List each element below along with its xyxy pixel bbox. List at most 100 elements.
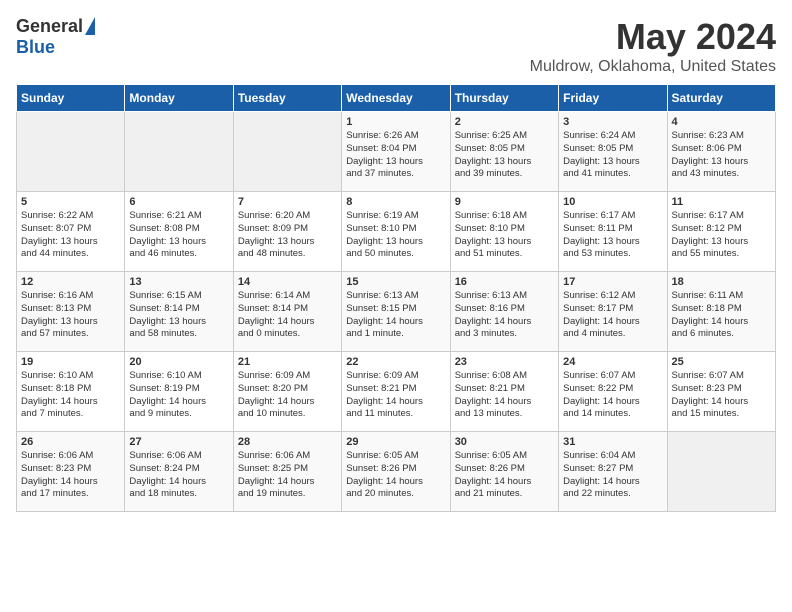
calendar-cell: 7 Sunrise: 6:20 AM Sunset: 8:09 PM Daylig… [233, 192, 341, 272]
day-info: Sunrise: 6:19 AM Sunset: 8:10 PM Dayligh… [346, 210, 445, 261]
calendar-cell: 28Sunrise: 6:06 AM Sunset: 8:25 PM Dayli… [233, 432, 341, 512]
day-info: Sunrise: 6:14 AM Sunset: 8:14 PM Dayligh… [238, 290, 337, 341]
weekday-header: Wednesday [342, 85, 450, 112]
day-number: 24 [563, 356, 662, 368]
day-number: 8 [346, 196, 445, 208]
day-info: Sunrise: 6:21 AM Sunset: 8:08 PM Dayligh… [129, 210, 228, 261]
calendar-cell: 18Sunrise: 6:11 AM Sunset: 8:18 PM Dayli… [667, 272, 775, 352]
day-number: 7 [238, 196, 337, 208]
day-number: 13 [129, 276, 228, 288]
day-number: 14 [238, 276, 337, 288]
calendar-cell: 30 Sunrise: 6:05 AM Sunset: 8:26 PM Dayli… [450, 432, 558, 512]
calendar-week-row: 12 Sunrise: 6:16 AM Sunset: 8:13 PM Dayli… [17, 272, 776, 352]
logo-general-text: General [16, 16, 83, 37]
calendar-week-row: 26 Sunrise: 6:06 AM Sunset: 8:23 PM Dayli… [17, 432, 776, 512]
day-number: 17 [563, 276, 662, 288]
day-number: 15 [346, 276, 445, 288]
day-info: Sunrise: 6:08 AM Sunset: 8:21 PM Dayligh… [455, 370, 554, 421]
day-info: Sunrise: 6:18 AM Sunset: 8:10 PM Dayligh… [455, 210, 554, 261]
calendar-week-row: 19Sunrise: 6:10 AM Sunset: 8:18 PM Dayli… [17, 352, 776, 432]
day-info: Sunrise: 6:06 AM Sunset: 8:25 PM Dayligh… [238, 450, 337, 501]
logo-blue-text: Blue [16, 37, 55, 58]
calendar-cell: 26 Sunrise: 6:06 AM Sunset: 8:23 PM Dayli… [17, 432, 125, 512]
day-number: 9 [455, 196, 554, 208]
weekday-header: Monday [125, 85, 233, 112]
calendar-table: SundayMondayTuesdayWednesdayThursdayFrid… [16, 84, 776, 512]
day-number: 27 [129, 436, 228, 448]
day-info: Sunrise: 6:07 AM Sunset: 8:22 PM Dayligh… [563, 370, 662, 421]
weekday-header: Saturday [667, 85, 775, 112]
day-info: Sunrise: 6:22 AM Sunset: 8:07 PM Dayligh… [21, 210, 120, 261]
day-info: Sunrise: 6:17 AM Sunset: 8:12 PM Dayligh… [672, 210, 771, 261]
day-number: 20 [129, 356, 228, 368]
day-info: Sunrise: 6:09 AM Sunset: 8:20 PM Dayligh… [238, 370, 337, 421]
calendar-cell: 31Sunrise: 6:04 AM Sunset: 8:27 PM Dayli… [559, 432, 667, 512]
calendar-cell: 10 Sunrise: 6:17 AM Sunset: 8:11 PM Dayli… [559, 192, 667, 272]
day-number: 4 [672, 116, 771, 128]
day-number: 25 [672, 356, 771, 368]
day-number: 18 [672, 276, 771, 288]
day-number: 6 [129, 196, 228, 208]
day-info: Sunrise: 6:16 AM Sunset: 8:13 PM Dayligh… [21, 290, 120, 341]
day-info: Sunrise: 6:13 AM Sunset: 8:15 PM Dayligh… [346, 290, 445, 341]
day-number: 30 [455, 436, 554, 448]
calendar-cell [17, 112, 125, 192]
day-info: Sunrise: 6:17 AM Sunset: 8:11 PM Dayligh… [563, 210, 662, 261]
calendar-cell: 27 Sunrise: 6:06 AM Sunset: 8:24 PM Dayli… [125, 432, 233, 512]
day-number: 10 [563, 196, 662, 208]
day-info: Sunrise: 6:12 AM Sunset: 8:17 PM Dayligh… [563, 290, 662, 341]
calendar-cell: 4 Sunrise: 6:23 AM Sunset: 8:06 PM Daylig… [667, 112, 775, 192]
day-info: Sunrise: 6:05 AM Sunset: 8:26 PM Dayligh… [455, 450, 554, 501]
month-title: May 2024 [530, 16, 776, 58]
day-info: Sunrise: 6:06 AM Sunset: 8:24 PM Dayligh… [129, 450, 228, 501]
day-number: 12 [21, 276, 120, 288]
day-number: 26 [21, 436, 120, 448]
calendar-cell: 8 Sunrise: 6:19 AM Sunset: 8:10 PM Daylig… [342, 192, 450, 272]
weekday-header: Friday [559, 85, 667, 112]
weekday-header: Sunday [17, 85, 125, 112]
calendar-cell: 2Sunrise: 6:25 AM Sunset: 8:05 PM Daylig… [450, 112, 558, 192]
calendar-cell [233, 112, 341, 192]
calendar-week-row: 5 Sunrise: 6:22 AM Sunset: 8:07 PM Daylig… [17, 192, 776, 272]
day-info: Sunrise: 6:13 AM Sunset: 8:16 PM Dayligh… [455, 290, 554, 341]
day-number: 29 [346, 436, 445, 448]
day-info: Sunrise: 6:06 AM Sunset: 8:23 PM Dayligh… [21, 450, 120, 501]
calendar-cell: 14 Sunrise: 6:14 AM Sunset: 8:14 PM Dayli… [233, 272, 341, 352]
calendar-cell: 13Sunrise: 6:15 AM Sunset: 8:14 PM Dayli… [125, 272, 233, 352]
day-info: Sunrise: 6:05 AM Sunset: 8:26 PM Dayligh… [346, 450, 445, 501]
day-info: Sunrise: 6:04 AM Sunset: 8:27 PM Dayligh… [563, 450, 662, 501]
logo: General Blue [16, 16, 95, 58]
calendar-cell [667, 432, 775, 512]
calendar-cell: 12 Sunrise: 6:16 AM Sunset: 8:13 PM Dayli… [17, 272, 125, 352]
day-number: 21 [238, 356, 337, 368]
calendar-cell: 15 Sunrise: 6:13 AM Sunset: 8:15 PM Dayli… [342, 272, 450, 352]
calendar-header-row: SundayMondayTuesdayWednesdayThursdayFrid… [17, 85, 776, 112]
calendar-cell: 24 Sunrise: 6:07 AM Sunset: 8:22 PM Dayli… [559, 352, 667, 432]
calendar-cell [125, 112, 233, 192]
calendar-cell: 21 Sunrise: 6:09 AM Sunset: 8:20 PM Dayli… [233, 352, 341, 432]
day-info: Sunrise: 6:20 AM Sunset: 8:09 PM Dayligh… [238, 210, 337, 261]
location-title: Muldrow, Oklahoma, United States [530, 58, 776, 76]
calendar-cell: 17 Sunrise: 6:12 AM Sunset: 8:17 PM Dayli… [559, 272, 667, 352]
day-number: 1 [346, 116, 445, 128]
day-number: 16 [455, 276, 554, 288]
day-number: 3 [563, 116, 662, 128]
day-number: 11 [672, 196, 771, 208]
calendar-cell: 20Sunrise: 6:10 AM Sunset: 8:19 PM Dayli… [125, 352, 233, 432]
calendar-cell: 1Sunrise: 6:26 AM Sunset: 8:04 PM Daylig… [342, 112, 450, 192]
calendar-cell: 9 Sunrise: 6:18 AM Sunset: 8:10 PM Daylig… [450, 192, 558, 272]
page-header: General Blue May 2024 Muldrow, Oklahoma,… [16, 16, 776, 76]
calendar-cell: 19Sunrise: 6:10 AM Sunset: 8:18 PM Dayli… [17, 352, 125, 432]
day-info: Sunrise: 6:24 AM Sunset: 8:05 PM Dayligh… [563, 130, 662, 181]
title-block: May 2024 Muldrow, Oklahoma, United State… [530, 16, 776, 76]
weekday-header: Tuesday [233, 85, 341, 112]
day-number: 5 [21, 196, 120, 208]
day-number: 19 [21, 356, 120, 368]
calendar-cell: 16 Sunrise: 6:13 AM Sunset: 8:16 PM Dayli… [450, 272, 558, 352]
day-number: 22 [346, 356, 445, 368]
calendar-cell: 6 Sunrise: 6:21 AM Sunset: 8:08 PM Daylig… [125, 192, 233, 272]
day-info: Sunrise: 6:09 AM Sunset: 8:21 PM Dayligh… [346, 370, 445, 421]
day-info: Sunrise: 6:23 AM Sunset: 8:06 PM Dayligh… [672, 130, 771, 181]
calendar-cell: 23Sunrise: 6:08 AM Sunset: 8:21 PM Dayli… [450, 352, 558, 432]
calendar-cell: 5 Sunrise: 6:22 AM Sunset: 8:07 PM Daylig… [17, 192, 125, 272]
